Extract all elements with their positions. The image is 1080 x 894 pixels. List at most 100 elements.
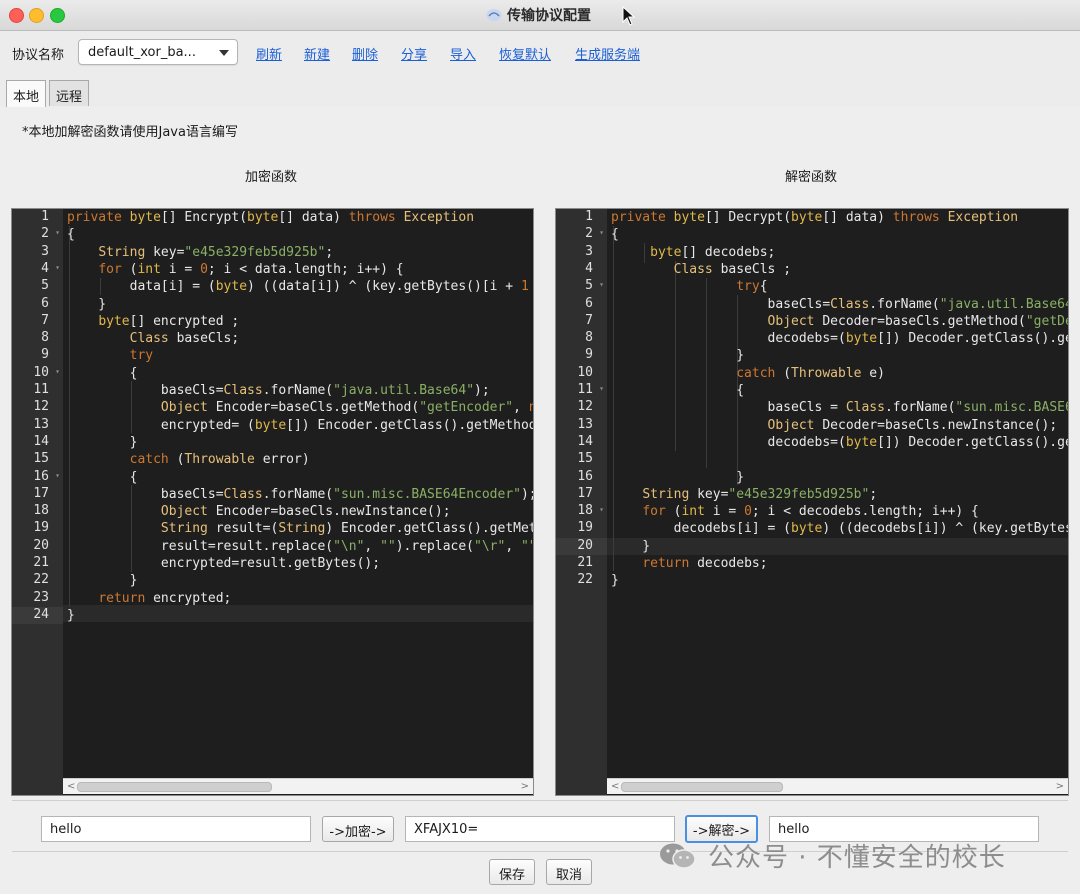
line-number: 2 ▾ bbox=[41, 226, 60, 242]
plaintext-input[interactable]: hello bbox=[41, 816, 311, 842]
line-number: 6 bbox=[585, 295, 593, 311]
line-number: 18 bbox=[33, 503, 49, 519]
import-link[interactable]: 导入 bbox=[450, 44, 476, 63]
code-line: } bbox=[67, 607, 75, 623]
line-number: 17 bbox=[33, 485, 49, 501]
fold-toggle-icon[interactable]: ▾ bbox=[599, 384, 604, 393]
scroll-right-icon[interactable]: > bbox=[1056, 781, 1064, 792]
code-line: return encrypted; bbox=[98, 590, 232, 606]
code-line: baseCls=Class.forName("sun.misc.BASE64En… bbox=[67, 486, 533, 502]
encrypt-button[interactable]: ->加密-> bbox=[322, 816, 394, 842]
code-line: decodebs=(byte[]) Decoder.getClass().ge bbox=[611, 434, 1068, 450]
code-line: } bbox=[67, 296, 107, 312]
line-number: 3 bbox=[41, 243, 49, 259]
code-line: Object Decoder=baseCls.getMethod("getDe bbox=[767, 313, 1068, 329]
protocol-select[interactable]: default_xor_ba... bbox=[78, 39, 238, 65]
scroll-left-icon[interactable]: < bbox=[67, 781, 75, 792]
code-line: baseCls=Class.forName("java.util.Base64"… bbox=[67, 383, 490, 398]
line-number: 9 bbox=[41, 347, 49, 363]
code-line: } bbox=[67, 434, 138, 450]
restore-default-link[interactable]: 恢复默认 bbox=[499, 44, 551, 63]
code-line: } bbox=[611, 469, 745, 485]
horizontal-scrollbar[interactable]: < > bbox=[63, 778, 533, 794]
scrollbar-thumb[interactable] bbox=[77, 782, 272, 792]
app-icon bbox=[486, 9, 502, 21]
share-link[interactable]: 分享 bbox=[401, 44, 427, 63]
code-area[interactable]: private byte[] Decrypt(byte[] data) thro… bbox=[607, 209, 1068, 779]
fold-toggle-icon[interactable]: ▾ bbox=[599, 280, 604, 289]
fold-toggle-icon[interactable]: ▾ bbox=[55, 367, 60, 376]
line-number: 11 bbox=[33, 382, 49, 397]
close-window-button[interactable] bbox=[9, 8, 24, 23]
line-number: 15 bbox=[577, 451, 593, 467]
line-number: 20 bbox=[33, 537, 49, 553]
line-number: 21 bbox=[577, 555, 593, 570]
line-number: 16 bbox=[577, 468, 593, 484]
fold-toggle-icon[interactable]: ▾ bbox=[55, 263, 60, 272]
code-line: private byte[] Decrypt(byte[] data) thro… bbox=[611, 210, 1019, 225]
code-line: { bbox=[67, 365, 138, 381]
line-number: 4 bbox=[585, 260, 593, 276]
line-number: 23 bbox=[33, 589, 49, 605]
cancel-button[interactable]: 取消 bbox=[546, 859, 592, 885]
line-number: 10 ▾ bbox=[33, 364, 60, 380]
zoom-window-button[interactable] bbox=[50, 8, 65, 23]
encrypt-code-editor[interactable]: 1 2 ▾ 3 4 ▾ 5 6 7 8 9 10 ▾ 11 12 13 14 15 16 ▾ 17 18 19 20 21 22 2… bbox=[11, 208, 534, 796]
tab-remote[interactable]: 远程 bbox=[49, 80, 90, 106]
line-number: 5 bbox=[41, 278, 49, 294]
generate-server-link[interactable]: 生成服务端 bbox=[575, 44, 640, 63]
line-number: 22 bbox=[33, 572, 49, 588]
scroll-left-icon[interactable]: < bbox=[611, 781, 619, 792]
line-number: 19 bbox=[33, 520, 49, 536]
code-area[interactable]: private byte[] Encrypt(byte[] data) thro… bbox=[63, 209, 533, 779]
tab-local[interactable]: 本地 bbox=[6, 80, 47, 108]
line-number: 15 bbox=[33, 451, 49, 467]
horizontal-scrollbar[interactable]: < > bbox=[607, 778, 1068, 794]
code-line: Object Decoder=baseCls.newInstance(); bbox=[767, 417, 1058, 433]
delete-link[interactable]: 删除 bbox=[352, 44, 378, 63]
code-line: private byte[] Encrypt(byte[] data) thro… bbox=[67, 210, 475, 225]
line-number: 5 ▾ bbox=[585, 278, 604, 294]
code-line: return decodebs; bbox=[642, 556, 768, 571]
code-line: Object Encoder=baseCls.newInstance(); bbox=[160, 504, 451, 520]
line-number: 12 bbox=[577, 399, 593, 415]
decrypt-code-editor[interactable]: 1 2 ▾ 3 4 5 ▾ 6 7 8 9 10 11 ▾ 12 13 14 15 16 17 18 ▾ 19 20 21 22 … bbox=[555, 208, 1069, 796]
code-line: for (int i = 0; i < decodebs.length; i++… bbox=[642, 504, 979, 520]
refresh-link[interactable]: 刷新 bbox=[256, 44, 282, 63]
fold-toggle-icon[interactable]: ▾ bbox=[599, 228, 604, 237]
line-number: 20 bbox=[556, 537, 607, 555]
line-number: 6 bbox=[41, 295, 49, 311]
line-number: 2 ▾ bbox=[585, 226, 604, 242]
code-line: result=result.replace("\n", "").replace(… bbox=[67, 538, 533, 554]
code-line: byte[] encrypted ; bbox=[98, 313, 240, 329]
language-note: *本地加解密函数请使用Java语言编写 bbox=[22, 125, 238, 140]
fold-toggle-icon[interactable]: ▾ bbox=[55, 228, 60, 237]
line-number: 7 bbox=[585, 312, 593, 328]
code-line: catch (Throwable e) bbox=[736, 365, 885, 381]
fold-toggle-icon[interactable]: ▾ bbox=[599, 505, 604, 514]
code-line: for (int i = 0; i < data.length; i++) { bbox=[98, 261, 404, 277]
line-number: 8 bbox=[585, 330, 593, 346]
line-number: 13 bbox=[577, 416, 593, 432]
scroll-right-icon[interactable]: > bbox=[521, 781, 529, 792]
code-line: { bbox=[67, 469, 138, 485]
code-line: } bbox=[611, 348, 745, 364]
code-line: Class baseCls; bbox=[129, 331, 240, 347]
code-line: encrypted=result.getBytes(); bbox=[67, 556, 381, 571]
line-number: 21 bbox=[33, 555, 49, 570]
line-number-gutter: 1 2 ▾ 3 4 ▾ 5 6 7 8 9 10 ▾ 11 12 13 14 15 16 ▾ 17 18 19 20 21 22 2… bbox=[12, 209, 63, 795]
fold-toggle-icon[interactable]: ▾ bbox=[55, 471, 60, 480]
minimize-window-button[interactable] bbox=[29, 8, 44, 23]
line-number: 10 bbox=[577, 364, 593, 380]
line-number: 9 bbox=[585, 347, 593, 363]
code-line: data[i] = (byte) ((data[i]) ^ (key.getBy… bbox=[67, 279, 529, 295]
line-number: 4 ▾ bbox=[41, 260, 60, 276]
protocol-select-value: default_xor_ba... bbox=[88, 45, 196, 60]
new-link[interactable]: 新建 bbox=[304, 44, 330, 63]
scrollbar-thumb[interactable] bbox=[621, 782, 783, 792]
line-number-gutter: 1 2 ▾ 3 4 5 ▾ 6 7 8 9 10 11 ▾ 12 13 14 15 16 17 18 ▾ 19 20 21 22 bbox=[556, 209, 607, 795]
save-button[interactable]: 保存 bbox=[489, 859, 535, 885]
window-title: 传输协议配置 bbox=[507, 8, 591, 24]
ciphertext-field[interactable]: XFAJX10= bbox=[405, 816, 675, 842]
line-number: 18 ▾ bbox=[577, 503, 604, 519]
